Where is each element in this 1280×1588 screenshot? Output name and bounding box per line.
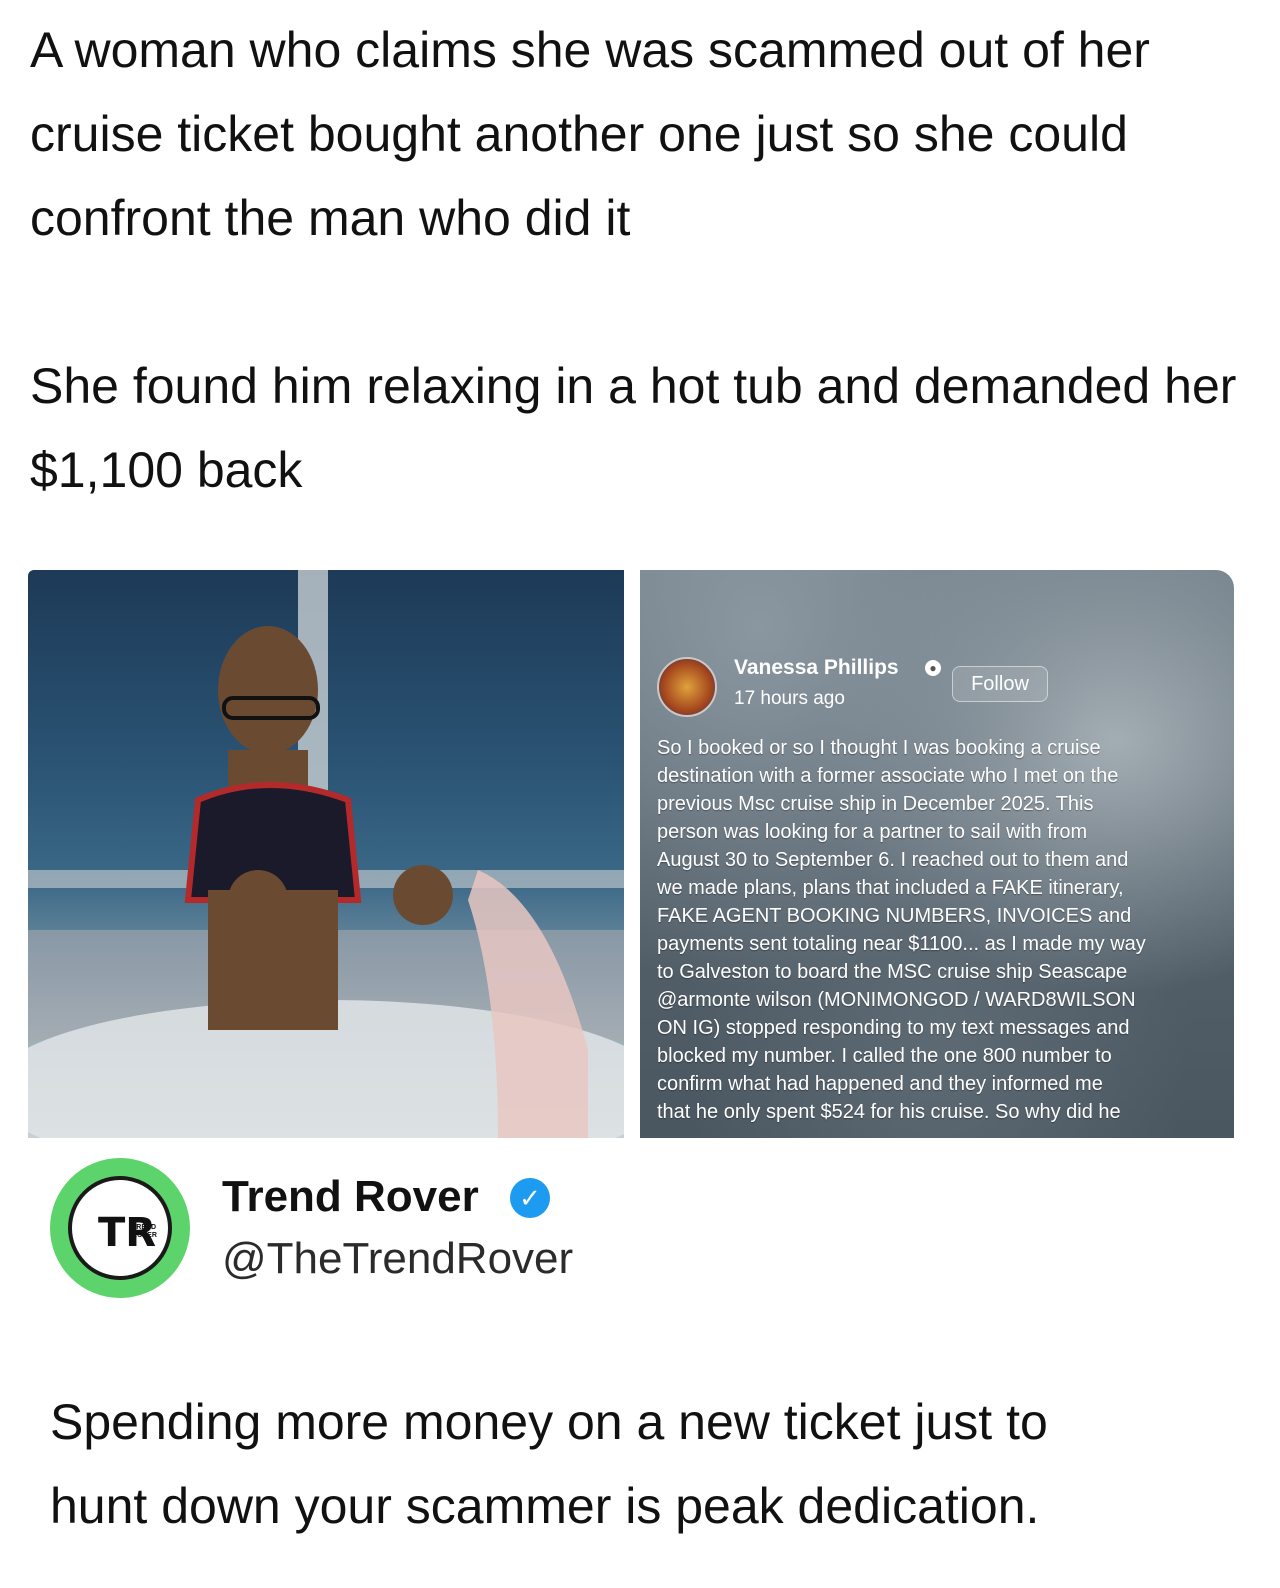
facebook-post-screenshot: Vanessa Phillips ● 17 hours ago Follow S… [640, 570, 1234, 1138]
headline: A woman who claims she was scammed out o… [30, 8, 1250, 512]
author-avatar [657, 657, 717, 717]
headline-paragraph-1: A woman who claims she was scammed out o… [30, 22, 1150, 246]
post-body: So I booked or so I thought I was bookin… [657, 737, 1146, 1123]
hot-tub-photo [28, 570, 624, 1138]
globe-icon: ● [925, 660, 941, 676]
trend-rover-logo[interactable]: TR TREND ROVER [50, 1158, 190, 1298]
hot-tub-photo-illustration [28, 570, 624, 1138]
author-name[interactable]: Vanessa Phillips [734, 656, 899, 680]
account-name[interactable]: Trend Rover [222, 1172, 479, 1222]
logo-small-text: TREND ROVER [132, 1224, 157, 1239]
follow-button[interactable]: Follow [952, 666, 1048, 702]
verified-badge-icon: ✓ [510, 1178, 550, 1218]
tweet-text: Spending more money on a new ticket just… [50, 1394, 1048, 1534]
account-handle[interactable]: @TheTrendRover [222, 1234, 573, 1284]
post-time: 17 hours ago [734, 688, 845, 709]
headline-paragraph-2: She found him relaxing in a hot tub and … [30, 358, 1237, 498]
logo-badge: TR TREND ROVER [68, 1176, 172, 1280]
